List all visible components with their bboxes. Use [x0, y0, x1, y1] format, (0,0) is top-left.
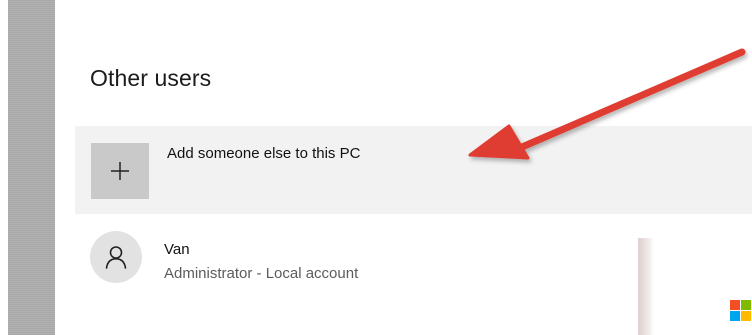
add-someone-else-button[interactable]: Add someone else to this PC [75, 126, 752, 214]
logo-square-yellow [741, 311, 751, 321]
window-edge [0, 0, 8, 335]
section-title: Other users [90, 65, 212, 91]
add-someone-else-label: Add someone else to this PC [167, 145, 361, 162]
plus-icon [91, 143, 149, 199]
background-window-edge [638, 238, 654, 335]
person-icon [90, 231, 142, 283]
user-item-van[interactable]: Van Administrator - Local account [75, 222, 635, 292]
accounts-content: Other users Add someone else to this PC … [55, 0, 752, 335]
user-name: Van [164, 241, 190, 258]
logo-square-red [730, 300, 740, 310]
sidebar-bar [8, 0, 55, 335]
logo-square-green [741, 300, 751, 310]
user-account-type: Administrator - Local account [164, 265, 359, 282]
logo-square-blue [730, 311, 740, 321]
settings-window: Other users Add someone else to this PC … [0, 0, 752, 335]
windows-logo [730, 300, 752, 335]
